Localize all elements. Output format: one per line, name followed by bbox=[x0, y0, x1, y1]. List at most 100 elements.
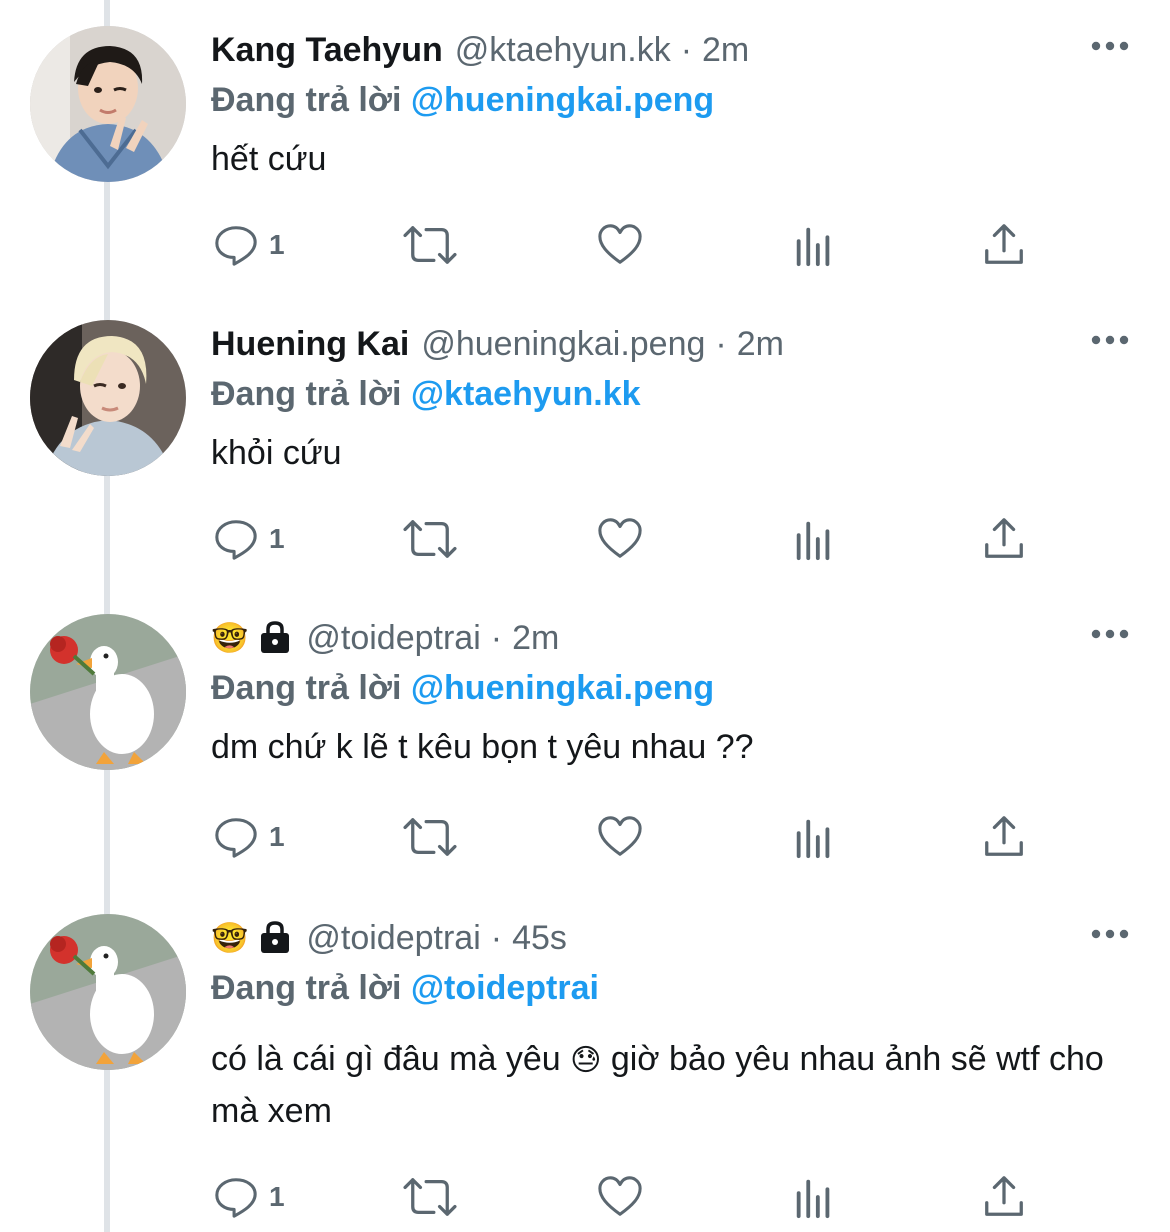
timestamp[interactable]: 45s bbox=[512, 919, 567, 958]
heart-icon bbox=[598, 816, 642, 856]
more-options-icon[interactable] bbox=[1090, 330, 1130, 350]
reply-count: 1 bbox=[269, 229, 285, 260]
retweet-icon bbox=[403, 1178, 457, 1216]
replying-to: Đang trả lời @toideptrai bbox=[211, 964, 1130, 1012]
tweet-header: 🤓 @toideptrai · 45s bbox=[211, 914, 1130, 962]
tweet-text-part: có là cái gì đâu mà yêu bbox=[211, 1040, 561, 1078]
views-button[interactable] bbox=[791, 1172, 837, 1222]
avatar[interactable] bbox=[30, 320, 186, 476]
replying-to-label: Đang trả lời bbox=[211, 375, 402, 413]
more-options-icon[interactable] bbox=[1090, 624, 1130, 644]
replying-to: Đang trả lời @hueningkai.peng bbox=[211, 664, 1130, 712]
views-chart-icon bbox=[796, 1179, 830, 1219]
timestamp[interactable]: 2m bbox=[702, 31, 749, 70]
lock-icon bbox=[261, 921, 290, 953]
views-chart-icon bbox=[796, 227, 830, 267]
reply-button[interactable]: 1 bbox=[213, 812, 285, 862]
more-options-icon[interactable] bbox=[1090, 36, 1130, 56]
user-handle[interactable]: @toideptrai bbox=[306, 919, 480, 958]
lock-icon bbox=[261, 621, 290, 653]
share-icon bbox=[985, 1176, 1023, 1216]
retweet-button[interactable] bbox=[401, 812, 459, 862]
reply-icon bbox=[215, 226, 257, 266]
separator-dot: · bbox=[680, 30, 693, 69]
timestamp[interactable]: 2m bbox=[737, 325, 784, 364]
reply-icon bbox=[215, 1178, 257, 1218]
avatar-goose-with-rose-icon bbox=[30, 614, 186, 770]
retweet-button[interactable] bbox=[401, 1172, 459, 1222]
tweet-header: Huening Kai @hueningkai.peng · 2m bbox=[211, 320, 1130, 368]
share-icon bbox=[985, 224, 1023, 264]
views-chart-icon bbox=[796, 521, 830, 561]
retweet-icon bbox=[403, 520, 457, 558]
tweet-content: Huening Kai @hueningkai.peng · 2m Đang t… bbox=[211, 320, 1130, 478]
separator-dot: · bbox=[490, 618, 503, 657]
tweet-content: 🤓 @toideptrai · 2m Đang trả lời @huening… bbox=[211, 614, 1130, 772]
tweet-text: khỏi cứu bbox=[211, 434, 342, 472]
retweet-button[interactable] bbox=[401, 220, 459, 270]
reply-button[interactable]: 1 bbox=[213, 1172, 285, 1222]
share-icon bbox=[985, 816, 1023, 856]
tweet-actions: 1 bbox=[211, 1172, 1041, 1222]
views-chart-icon bbox=[796, 819, 830, 859]
reply-count: 1 bbox=[269, 1181, 285, 1212]
views-button[interactable] bbox=[791, 514, 837, 564]
avatar[interactable] bbox=[30, 614, 186, 770]
avatar[interactable] bbox=[30, 914, 186, 1070]
timestamp[interactable]: 2m bbox=[512, 619, 559, 658]
reply-button[interactable]: 1 bbox=[213, 220, 285, 270]
share-icon bbox=[985, 518, 1023, 558]
tweet-text: có là cái gì đâu mà yêu 😓 giờ bảo yêu nh… bbox=[211, 1034, 1130, 1136]
avatar-photo-blond-boy-icon bbox=[30, 320, 186, 476]
replying-to-label: Đang trả lời bbox=[211, 81, 402, 119]
replying-to-handle[interactable]: @toideptrai bbox=[411, 969, 599, 1007]
like-button[interactable] bbox=[597, 514, 643, 564]
reply-icon bbox=[215, 520, 257, 560]
share-button[interactable] bbox=[981, 514, 1027, 564]
retweet-icon bbox=[403, 818, 457, 856]
like-button[interactable] bbox=[597, 220, 643, 270]
user-handle[interactable]: @ktaehyun.kk bbox=[455, 31, 671, 70]
share-button[interactable] bbox=[981, 220, 1027, 270]
reply-count: 1 bbox=[269, 821, 285, 852]
more-options-icon[interactable] bbox=[1090, 924, 1130, 944]
tweet-text: hết cứu bbox=[211, 140, 327, 178]
avatar[interactable] bbox=[30, 26, 186, 182]
views-button[interactable] bbox=[791, 812, 837, 862]
display-name-emoji[interactable]: 🤓 bbox=[211, 921, 248, 956]
separator-dot: · bbox=[715, 324, 727, 363]
user-handle[interactable]: @hueningkai.peng bbox=[421, 325, 705, 364]
display-name[interactable]: Kang Taehyun bbox=[211, 31, 443, 70]
replying-to-handle[interactable]: @ktaehyun.kk bbox=[411, 375, 641, 413]
share-button[interactable] bbox=[981, 1172, 1027, 1222]
tweet-header: 🤓 @toideptrai · 2m bbox=[211, 614, 1130, 662]
replying-to-label: Đang trả lời bbox=[211, 969, 402, 1007]
like-button[interactable] bbox=[597, 812, 643, 862]
tweet-thread: Kang Taehyun @ktaehyun.kk · 2m Đang trả … bbox=[0, 0, 1170, 1232]
display-name[interactable]: Huening Kai bbox=[211, 325, 409, 364]
tweet-actions: 1 bbox=[211, 812, 1041, 862]
replying-to-label: Đang trả lời bbox=[211, 669, 402, 707]
reply-icon bbox=[215, 818, 257, 858]
share-button[interactable] bbox=[981, 812, 1027, 862]
tweet-text: dm chứ k lẽ t kêu bọn t yêu nhau ?? bbox=[211, 728, 754, 766]
retweet-icon bbox=[403, 226, 457, 264]
views-button[interactable] bbox=[791, 220, 837, 270]
tweet-actions: 1 bbox=[211, 220, 1041, 270]
reply-button[interactable]: 1 bbox=[213, 514, 285, 564]
replying-to-handle[interactable]: @hueningkai.peng bbox=[411, 669, 714, 707]
tweet-actions: 1 bbox=[211, 514, 1041, 564]
like-button[interactable] bbox=[597, 1172, 643, 1222]
downcast-sweat-emoji: 😓 bbox=[570, 1044, 602, 1077]
tweet-content: Kang Taehyun @ktaehyun.kk · 2m Đang trả … bbox=[211, 26, 1130, 184]
tweet-header: Kang Taehyun @ktaehyun.kk · 2m bbox=[211, 26, 1130, 74]
separator-dot: · bbox=[490, 918, 503, 957]
heart-icon bbox=[598, 224, 642, 264]
reply-count: 1 bbox=[269, 523, 285, 554]
display-name-emoji[interactable]: 🤓 bbox=[211, 621, 248, 656]
retweet-button[interactable] bbox=[401, 514, 459, 564]
avatar-goose-with-rose-icon bbox=[30, 914, 186, 1070]
replying-to: Đang trả lời @ktaehyun.kk bbox=[211, 370, 1130, 418]
user-handle[interactable]: @toideptrai bbox=[306, 619, 480, 658]
replying-to-handle[interactable]: @hueningkai.peng bbox=[411, 81, 714, 119]
